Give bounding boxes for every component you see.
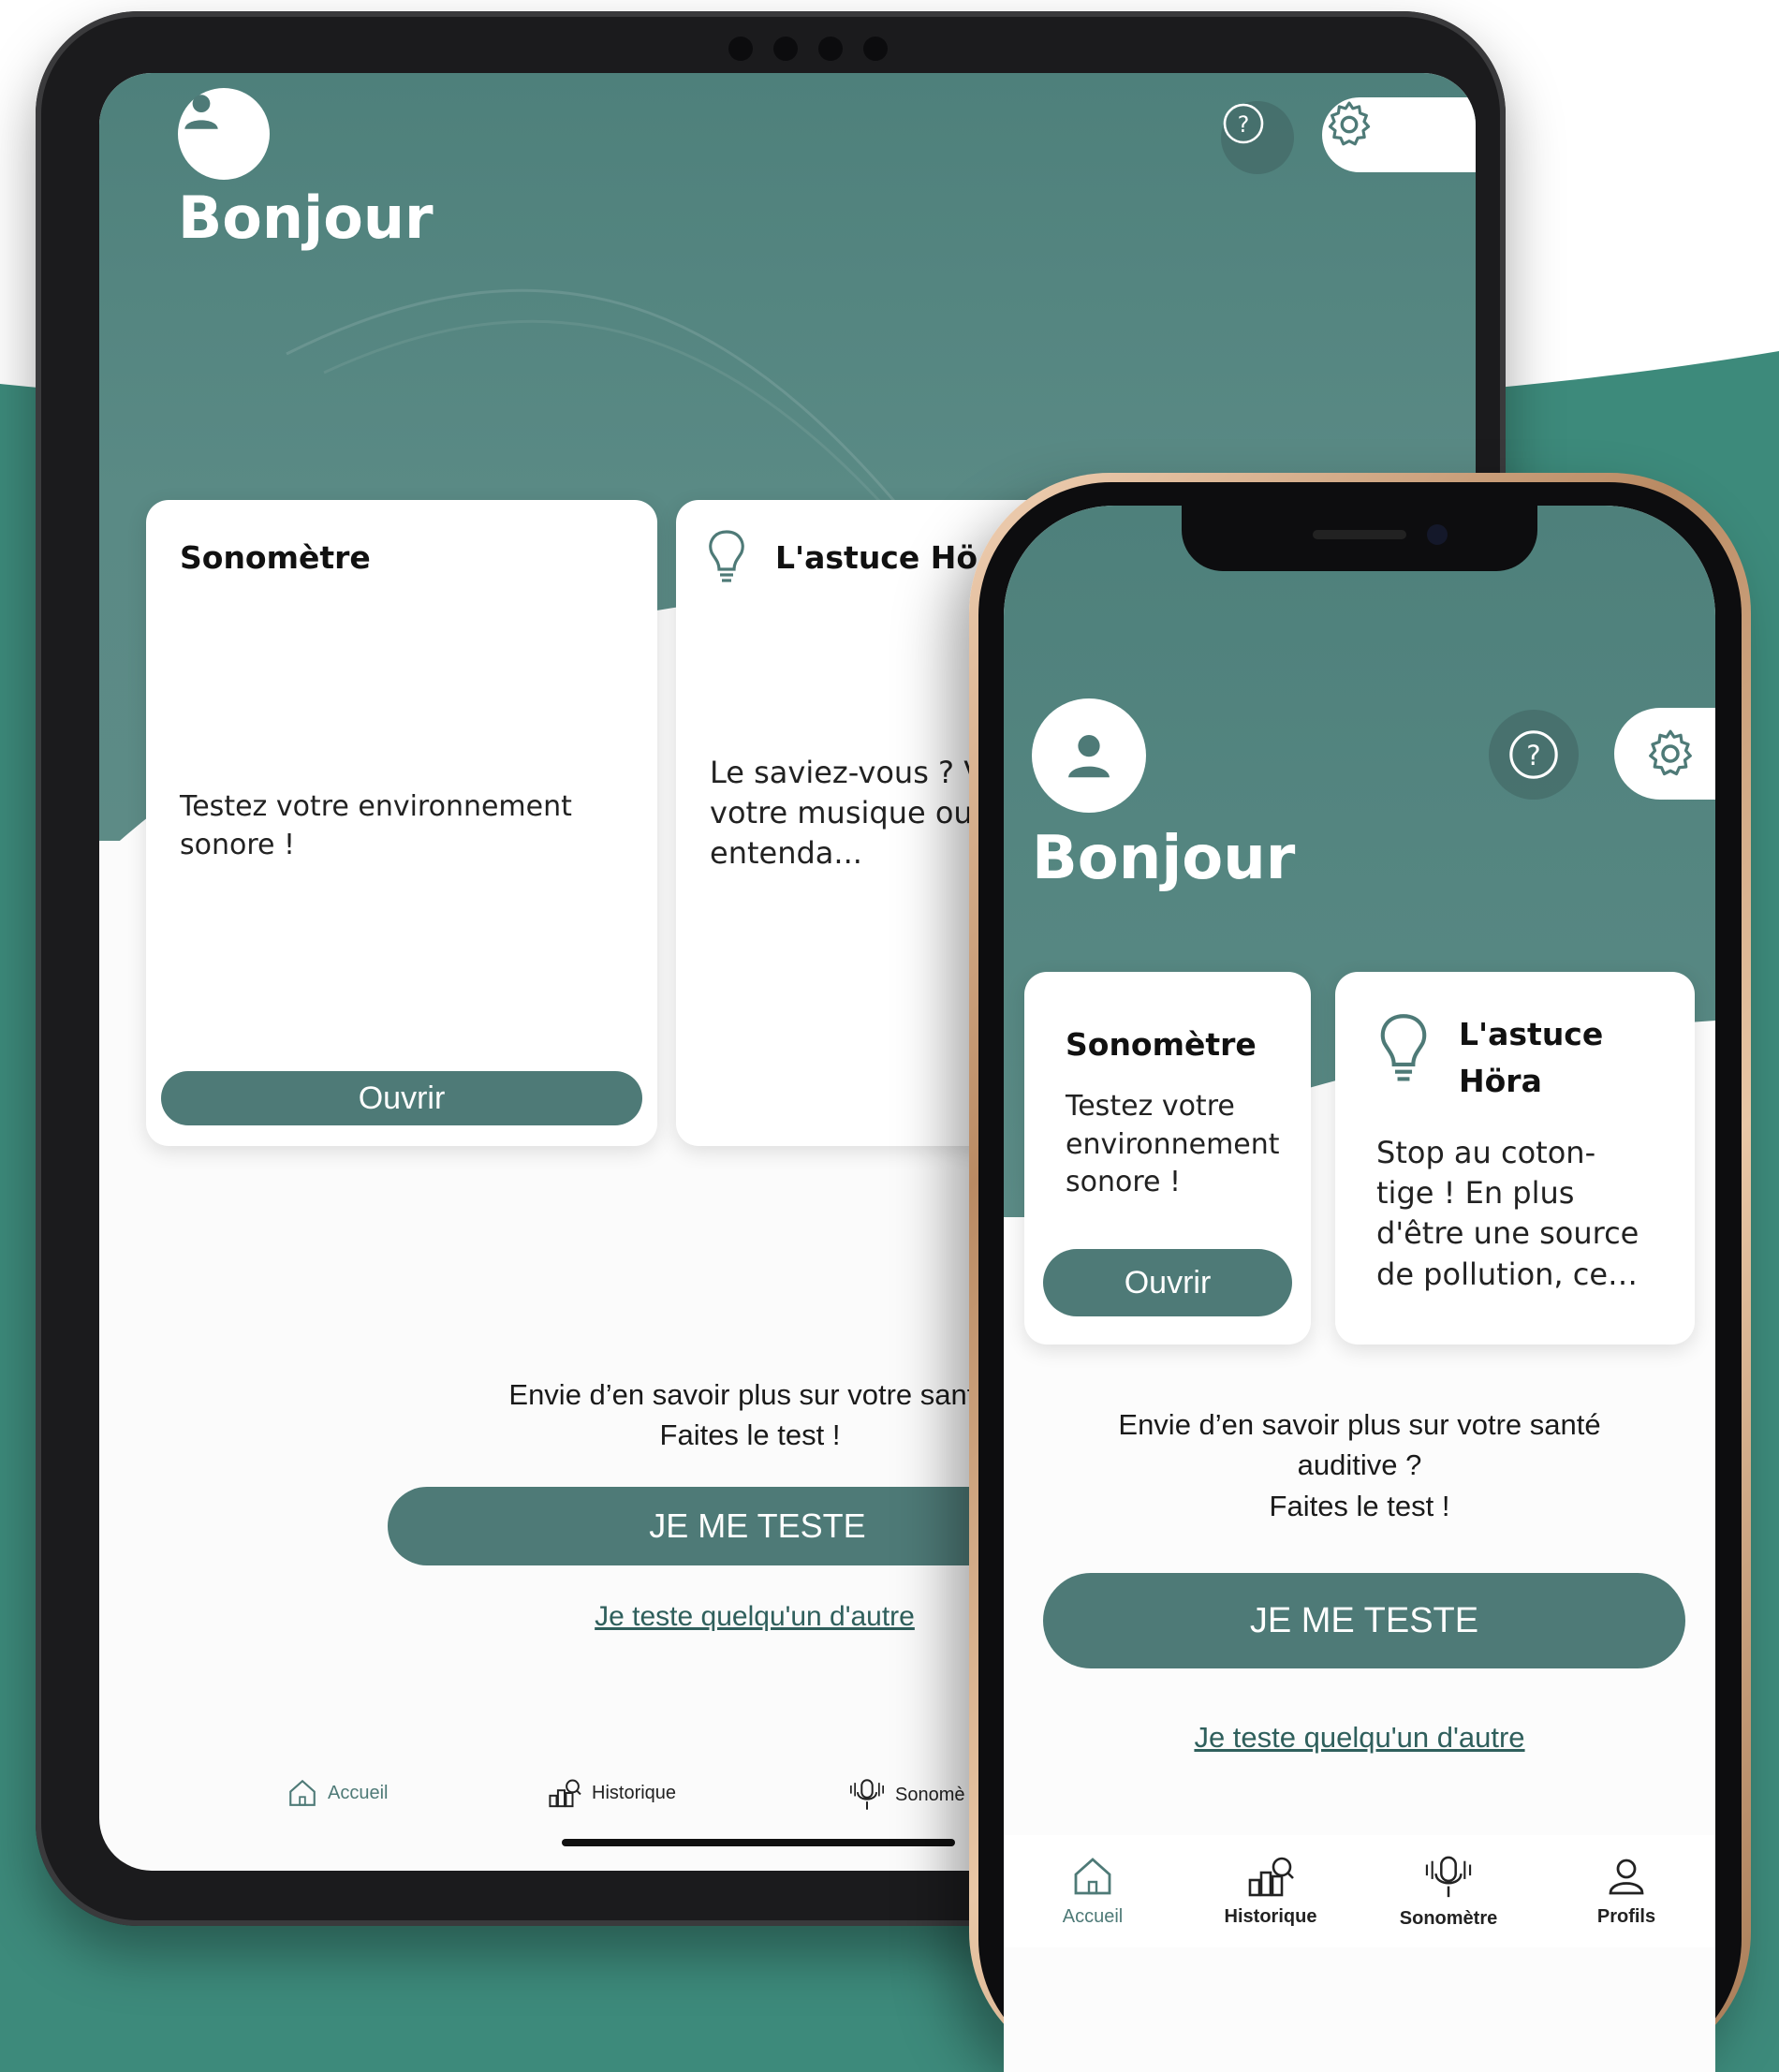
nav-label: Historique bbox=[1224, 1906, 1317, 1927]
test-other-link[interactable]: Je teste quelqu'un d'autre bbox=[1060, 1721, 1659, 1755]
prompt-line: Envie d’en savoir plus sur votre santé bbox=[1118, 1408, 1601, 1441]
open-button[interactable]: Ouvrir bbox=[161, 1071, 642, 1125]
microphone-icon bbox=[1425, 1856, 1472, 1898]
nav-history[interactable]: Historique bbox=[1182, 1854, 1360, 1928]
sonometre-card: Sonomètre Testez votre environnement son… bbox=[146, 500, 657, 1146]
card-text-line: tige ! En plus bbox=[1376, 1175, 1575, 1212]
greeting-title: Bonjour bbox=[178, 184, 434, 252]
card-text-line: environnement bbox=[1066, 1127, 1280, 1161]
sonometre-card: Sonomètre Testez votre environnement son… bbox=[1024, 972, 1311, 1345]
card-text-line: entenda... bbox=[710, 835, 862, 872]
nav-history[interactable]: Historique bbox=[547, 1777, 676, 1809]
nav-label: Accueil bbox=[1062, 1906, 1124, 1927]
nav-home[interactable]: Accueil bbox=[1004, 1854, 1182, 1928]
nav-home[interactable]: Accueil bbox=[287, 1777, 388, 1809]
nav-sonometer[interactable]: Sonomè bbox=[848, 1777, 965, 1813]
card-text-line: Stop au coton- bbox=[1376, 1135, 1596, 1170]
home-icon bbox=[289, 1779, 316, 1806]
help-icon: ? bbox=[1223, 103, 1264, 144]
card-text: Le saviez-vous ? V votre musique ou ente… bbox=[710, 753, 984, 874]
gear-icon bbox=[1649, 729, 1692, 776]
test-prompt: Envie d’en savoir plus sur votre santé a… bbox=[1022, 1404, 1697, 1526]
user-icon bbox=[1068, 735, 1110, 778]
lightbulb-icon bbox=[709, 530, 744, 582]
microphone-icon bbox=[850, 1779, 884, 1810]
card-text: Testez votre environnement sonore ! bbox=[1066, 1088, 1280, 1202]
settings-button[interactable] bbox=[1322, 97, 1476, 172]
profile-icon bbox=[1609, 1859, 1644, 1895]
astuce-card: L'astuce Höra Stop au coton- tige ! En p… bbox=[1335, 972, 1695, 1345]
nav-label: Profils bbox=[1596, 1906, 1656, 1927]
open-button[interactable]: Ouvrir bbox=[1043, 1249, 1292, 1316]
phone-notch bbox=[1182, 506, 1537, 571]
user-icon bbox=[184, 95, 218, 129]
phone-speaker bbox=[1313, 530, 1406, 539]
card-text: Testez votre environnement sonore ! bbox=[180, 788, 572, 864]
user-avatar[interactable] bbox=[1032, 698, 1146, 813]
card-text-line: Testez votre environnement bbox=[180, 790, 572, 823]
prompt-line: Faites le test ! bbox=[1269, 1489, 1450, 1522]
card-title: Sonomètre bbox=[180, 539, 371, 576]
card-text-line: sonore ! bbox=[1066, 1166, 1182, 1198]
phone-screen: Bonjour ? Sonomètre Testez votre environ… bbox=[1004, 506, 1715, 2072]
test-button[interactable]: JE ME TESTE bbox=[1043, 1573, 1685, 1668]
help-button[interactable]: ? bbox=[1489, 710, 1579, 800]
test-other-link[interactable]: Je teste quelqu'un d'autre bbox=[455, 1601, 1054, 1633]
card-text-line: Testez votre bbox=[1066, 1090, 1235, 1123]
card-text-line: sonore ! bbox=[180, 828, 296, 861]
svg-text:?: ? bbox=[1526, 740, 1540, 771]
greeting-title: Bonjour bbox=[1032, 824, 1296, 893]
help-button[interactable]: ? bbox=[1221, 101, 1294, 174]
nav-label: Accueil bbox=[328, 1782, 389, 1803]
svg-text:?: ? bbox=[1238, 111, 1250, 138]
lightbulb-icon bbox=[1380, 1014, 1427, 1081]
card-title-line: Höra bbox=[1459, 1062, 1542, 1099]
card-title-line: L'astuce bbox=[1459, 1016, 1604, 1052]
settings-button[interactable] bbox=[1614, 708, 1715, 800]
nav-label: Sonomètre bbox=[1399, 1908, 1498, 1929]
card-text-line: Le saviez-vous ? V bbox=[710, 755, 985, 790]
nav-sonometer[interactable]: Sonomètre bbox=[1360, 1854, 1537, 1930]
card-title: L'astuce Höra bbox=[1459, 1011, 1603, 1104]
nav-label: Historique bbox=[592, 1782, 677, 1803]
phone-camera bbox=[1427, 524, 1448, 545]
home-icon bbox=[1074, 1858, 1111, 1895]
card-title: L'astuce Hö bbox=[775, 539, 978, 576]
card-text-line: d'être une source bbox=[1376, 1215, 1639, 1252]
home-indicator bbox=[562, 1839, 955, 1846]
card-text-line: de pollution, ce… bbox=[1376, 1256, 1639, 1292]
card-text: Stop au coton- tige ! En plus d'être une… bbox=[1376, 1133, 1639, 1295]
tablet-camera bbox=[696, 36, 920, 62]
history-icon bbox=[549, 1779, 581, 1808]
nav-profiles[interactable]: Profils bbox=[1537, 1854, 1715, 1928]
bottom-nav: Accueil Historique Sonomètre Profils bbox=[1004, 1835, 1715, 1947]
user-avatar[interactable] bbox=[178, 88, 270, 180]
help-icon: ? bbox=[1509, 730, 1558, 779]
prompt-line: auditive ? bbox=[1297, 1448, 1422, 1482]
nav-label: Sonomè bbox=[895, 1784, 965, 1805]
card-text-line: votre musique ou bbox=[710, 795, 973, 831]
history-icon bbox=[1248, 1857, 1294, 1897]
gear-icon bbox=[1328, 101, 1371, 146]
card-title: Sonomètre bbox=[1066, 1026, 1257, 1063]
